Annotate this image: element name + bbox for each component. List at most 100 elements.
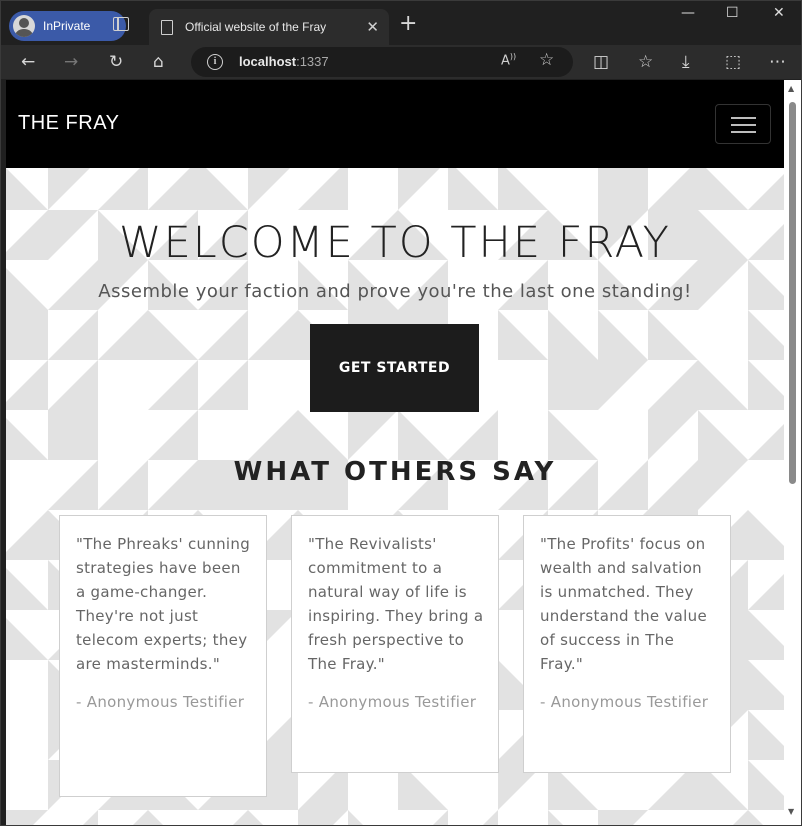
pattern-triangle <box>198 310 248 360</box>
pattern-triangle <box>248 168 290 210</box>
hamburger-icon-bar <box>731 117 756 119</box>
site-brand[interactable]: THE FRAY <box>18 112 119 135</box>
pattern-triangle <box>6 618 48 660</box>
page-scrollbar[interactable]: ▲ ▼ <box>784 80 801 825</box>
tab-close-icon[interactable]: ✕ <box>366 18 379 36</box>
favorite-star-icon[interactable]: ☆ <box>539 50 554 70</box>
close-window-icon[interactable]: ✕ <box>773 5 785 21</box>
hero-section: WELCOME TO THE FRAY Assemble your factio… <box>6 168 784 825</box>
pattern-triangle <box>748 174 784 210</box>
pattern-triangle <box>483 810 498 825</box>
pattern-triangle <box>748 810 763 825</box>
testimonial-author: - Anonymous Testifier <box>308 693 477 711</box>
active-tab[interactable]: Official website of the Fray ✕ <box>149 9 389 45</box>
pattern-triangle <box>98 168 148 210</box>
screenshot-icon[interactable]: ⬚ <box>725 50 741 74</box>
hero-subtitle: Assemble your faction and prove you're t… <box>98 281 692 302</box>
pattern-triangle <box>648 310 698 360</box>
favorites-icon[interactable]: ☆ <box>638 50 653 74</box>
pattern-triangle <box>648 360 698 410</box>
pattern-triangle <box>748 760 784 810</box>
pattern-triangle <box>748 360 784 410</box>
pattern-triangle <box>98 310 148 360</box>
tab-strip: InPrivate Official website of the Fray ✕… <box>1 1 801 45</box>
browser-window: InPrivate Official website of the Fray ✕… <box>0 0 802 826</box>
home-icon[interactable]: ⌂ <box>153 50 164 74</box>
pattern-triangle <box>748 510 784 560</box>
testimonial-card: "The Profits' focus on wealth and salvat… <box>523 515 731 773</box>
minimize-icon[interactable]: — <box>681 5 695 21</box>
pattern-triangle <box>6 810 48 825</box>
pattern-triangle <box>298 410 348 460</box>
pattern-triangle <box>598 360 648 410</box>
pattern-triangle <box>498 168 548 210</box>
pattern-triangle <box>48 360 98 410</box>
get-started-button[interactable]: GET STARTED <box>310 324 479 412</box>
pattern-triangle <box>548 410 598 460</box>
pattern-triangle <box>748 610 784 660</box>
browser-toolbar: ← → ↻ ⌂ i localhost:1337 A)) ☆ ◫ ☆ ⤓ ⬚ ⋯ <box>1 45 801 79</box>
url-port: :1337 <box>296 54 329 69</box>
pattern-triangle <box>698 410 748 460</box>
pattern-triangle <box>598 810 648 825</box>
scroll-up-icon[interactable]: ▲ <box>788 84 794 93</box>
pattern-triangle <box>648 410 698 460</box>
downloads-icon[interactable]: ⤓ <box>682 50 690 74</box>
tab-title: Official website of the Fray <box>185 20 327 34</box>
profile-label: InPrivate <box>43 19 91 33</box>
site-info-icon[interactable]: i <box>207 54 223 70</box>
scroll-down-icon[interactable]: ▼ <box>788 807 794 816</box>
pattern-triangle <box>148 360 198 410</box>
pattern-triangle <box>433 810 448 825</box>
tab-actions-icon[interactable] <box>113 17 129 31</box>
refresh-icon[interactable]: ↻ <box>109 50 123 74</box>
pattern-triangle <box>48 310 98 360</box>
pattern-triangle <box>548 310 598 360</box>
maximize-icon[interactable]: ☐ <box>726 5 739 21</box>
pattern-triangle <box>248 310 298 360</box>
pattern-triangle <box>198 168 248 210</box>
pattern-triangle <box>6 568 48 610</box>
testimonial-quote: "The Revivalists' commitment to a natura… <box>308 535 484 673</box>
pattern-triangle <box>6 418 48 460</box>
pattern-triangle <box>548 360 598 410</box>
new-tab-icon[interactable]: + <box>399 13 417 35</box>
forward-icon[interactable]: → <box>64 50 78 74</box>
read-aloud-icon[interactable]: A)) <box>501 52 516 68</box>
pattern-triangle <box>448 410 498 460</box>
pattern-triangle <box>148 810 163 825</box>
page-viewport: THE FRAY WELCOME TO THE FRAY Assemble yo… <box>6 80 784 825</box>
pattern-triangle <box>748 310 784 360</box>
inprivate-profile-button[interactable]: InPrivate <box>9 11 126 41</box>
pattern-triangle <box>733 810 748 825</box>
pattern-triangle <box>148 168 198 210</box>
scrollbar-thumb[interactable] <box>789 102 796 484</box>
pattern-triangle <box>748 424 784 460</box>
pattern-triangle <box>598 168 648 210</box>
testimonial-author: - Anonymous Testifier <box>540 693 709 711</box>
pattern-triangle <box>6 310 48 360</box>
pattern-triangle <box>748 574 784 610</box>
pattern-triangle <box>298 810 348 825</box>
menu-toggle-button[interactable] <box>715 104 771 144</box>
pattern-triangle <box>548 810 563 825</box>
hero-title: WELCOME TO THE FRAY <box>119 218 671 268</box>
more-options-icon[interactable]: ⋯ <box>769 50 786 74</box>
url-host: localhost <box>239 54 297 69</box>
pattern-triangle <box>148 410 198 460</box>
hamburger-icon-bar <box>731 124 756 126</box>
back-icon[interactable]: ← <box>21 50 35 74</box>
testimonials-heading: WHAT OTHERS SAY <box>233 457 557 487</box>
pattern-triangle <box>6 510 48 560</box>
testimonial-card: "The Phreaks' cunning strategies have be… <box>59 515 267 797</box>
pattern-triangle <box>233 810 248 825</box>
address-bar[interactable]: i localhost:1337 A)) ☆ <box>191 47 573 77</box>
testimonial-quote: "The Profits' focus on wealth and salvat… <box>540 535 707 673</box>
pattern-triangle <box>398 410 448 460</box>
pattern-triangle <box>748 660 784 710</box>
pattern-triangle <box>133 810 148 825</box>
testimonial-card: "The Revivalists' commitment to a natura… <box>291 515 499 773</box>
pattern-triangle <box>648 168 698 210</box>
pattern-triangle <box>198 360 248 410</box>
split-screen-icon[interactable]: ◫ <box>593 50 609 74</box>
